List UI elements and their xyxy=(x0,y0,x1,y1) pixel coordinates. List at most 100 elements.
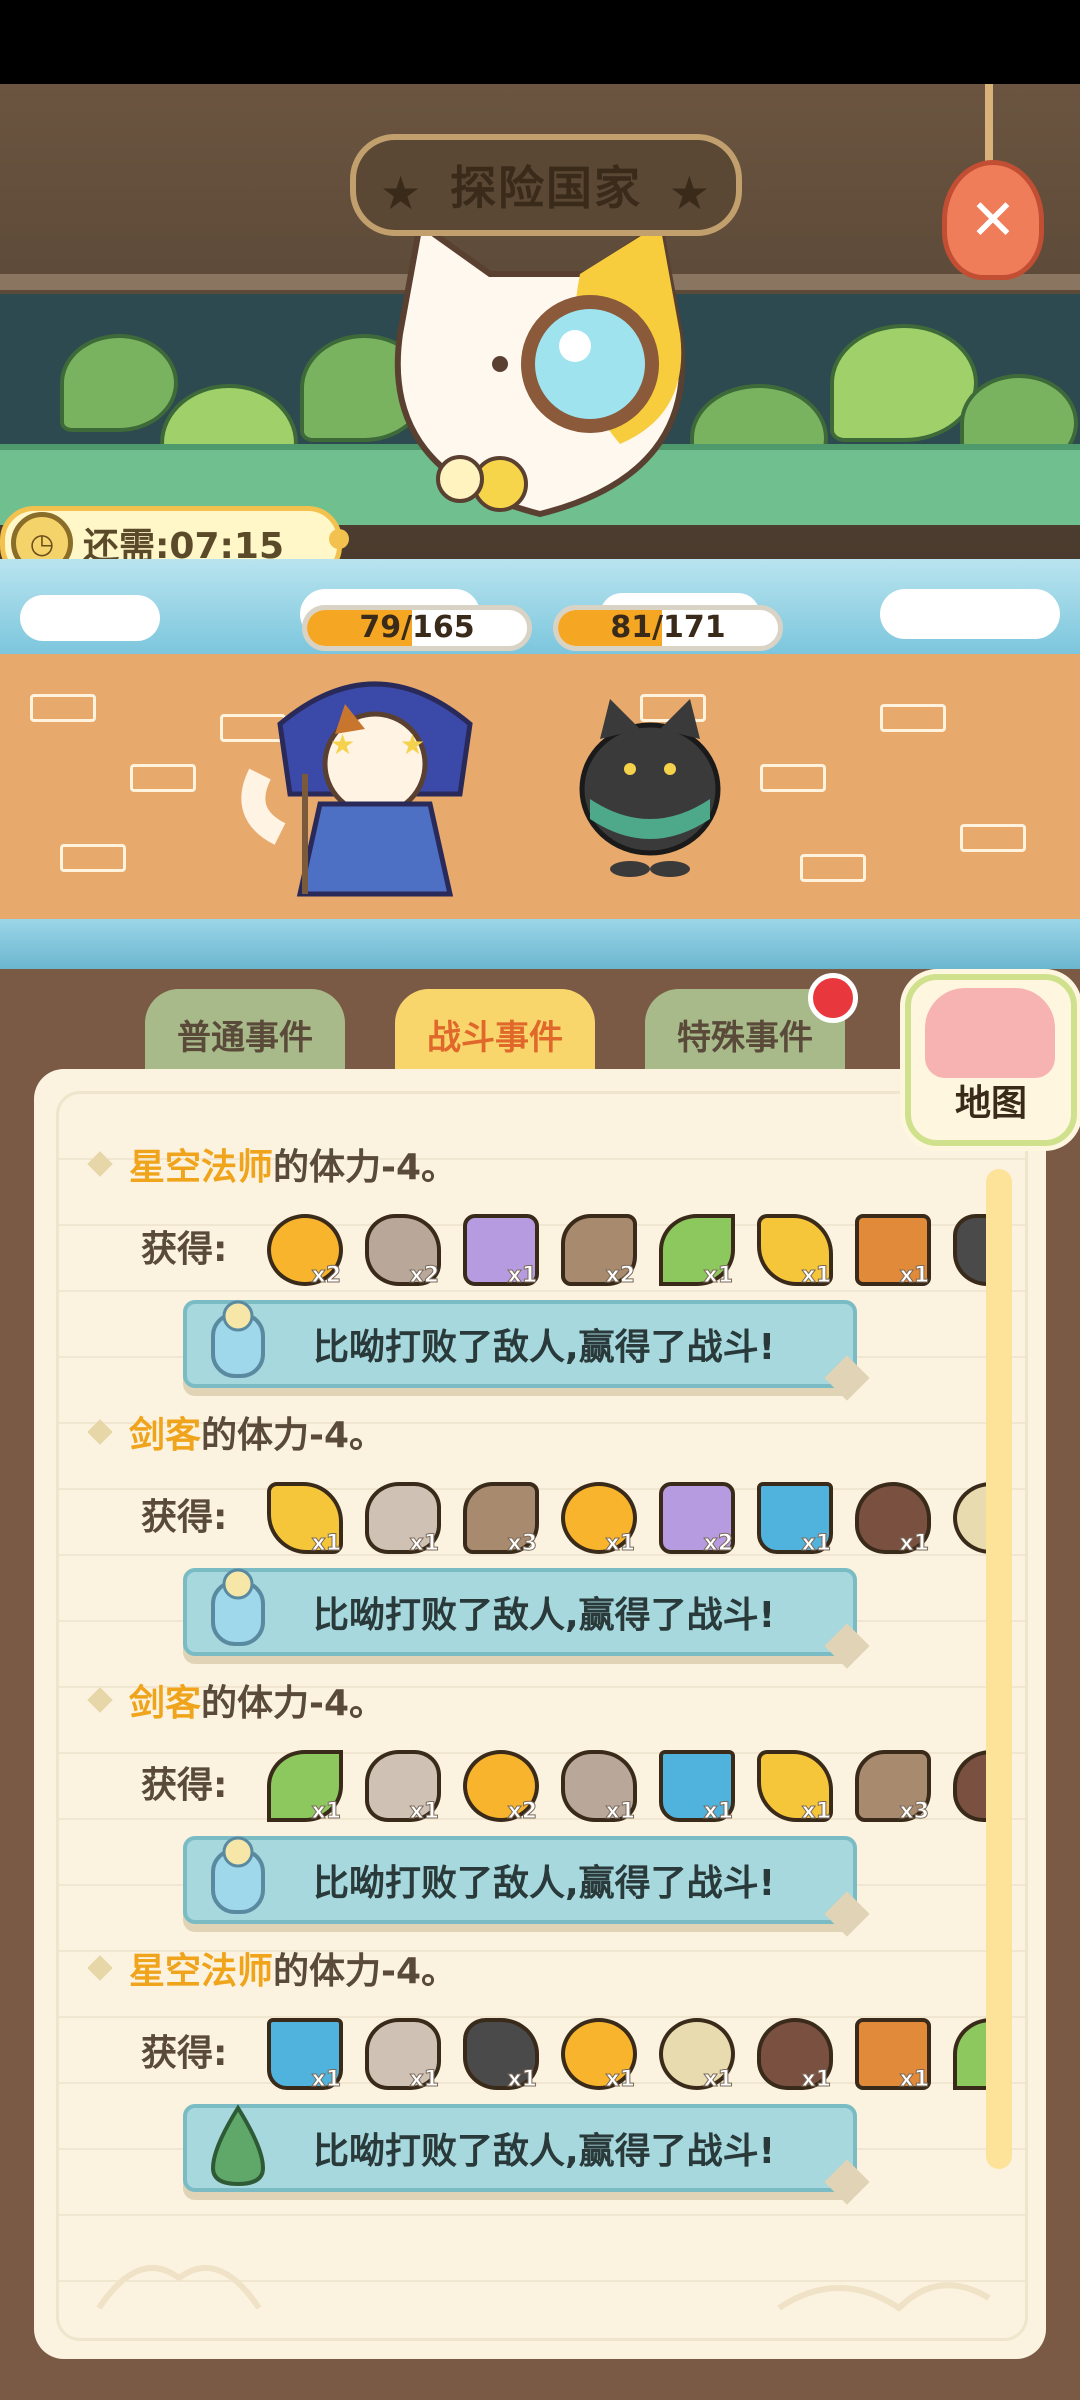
explorer-cat-illustration xyxy=(394,218,686,518)
item-quantity: x1 xyxy=(801,2067,831,2093)
item-quantity: x1 xyxy=(703,1799,733,1825)
timer-end-dot xyxy=(329,529,349,549)
map-button[interactable]: 地图 xyxy=(905,974,1077,1146)
obtain-label: 获得: xyxy=(141,1765,228,1806)
road-brick xyxy=(30,694,96,722)
reward-item[interactable]: x1 xyxy=(261,1744,343,1825)
reward-item[interactable]: x3 xyxy=(849,1744,931,1825)
cloud-decoration xyxy=(20,595,160,641)
map-button-label: 地图 xyxy=(954,1083,1027,1124)
reward-item[interactable]: x1 xyxy=(359,1744,441,1825)
character-name: 星空法师 xyxy=(129,1951,274,1992)
item-quantity: x1 xyxy=(801,1799,831,1825)
item-quantity: x3 xyxy=(899,1799,929,1825)
reward-item[interactable]: x1 xyxy=(457,2012,539,2093)
character-name: 剑客 xyxy=(129,1683,202,1724)
reward-item[interactable]: x1 xyxy=(849,2012,931,2093)
obtain-label: 获得: xyxy=(141,2033,228,2074)
reward-item[interactable]: x1 xyxy=(849,1476,931,1557)
reward-item[interactable]: x1 xyxy=(849,1208,931,1289)
item-quantity: x2 xyxy=(605,1263,635,1289)
status-bar xyxy=(0,0,1080,84)
item-quantity: x1 xyxy=(311,1531,341,1557)
expedition-scene: ★ 探险国家 ★ xyxy=(0,84,1080,559)
item-quantity: x3 xyxy=(507,1531,537,1557)
event-log-list[interactable]: 星空法师 的体力-4。 获得: x2 x2 x1 x2 x1 x1 x1 比呦打败了敌人,赢得了战斗… xyxy=(56,1091,1028,2341)
log-entry-header: 剑客 的体力-4。 xyxy=(79,1402,385,1462)
reward-item[interactable]: x3 xyxy=(457,1476,539,1557)
banner-fold xyxy=(824,2159,870,2205)
character-name: 星空法师 xyxy=(129,1147,274,1188)
reward-items: x1 x1 x2 x1 x1 x1 x3 xyxy=(261,1736,1003,1832)
reward-item[interactable]: x2 xyxy=(555,1208,637,1289)
reward-item[interactable]: x1 xyxy=(359,2012,441,2093)
green-slime-icon xyxy=(210,2104,266,2187)
item-quantity: x1 xyxy=(605,1531,635,1557)
reward-item[interactable]: x1 xyxy=(261,2012,343,2093)
item-quantity: x2 xyxy=(409,1263,439,1289)
map-icon xyxy=(925,988,1055,1078)
close-button[interactable]: ✕ xyxy=(942,160,1044,280)
obtain-label: 获得: xyxy=(141,1497,228,1538)
cat-doodle-decoration xyxy=(96,2265,991,2312)
hero-hp-bar: 79/165 xyxy=(302,605,532,651)
diamond-bullet-icon xyxy=(87,1955,113,1981)
reward-item[interactable]: x1 xyxy=(555,1476,637,1557)
reward-item[interactable]: x1 xyxy=(751,1476,833,1557)
dirt-road xyxy=(0,654,1080,924)
river-top xyxy=(0,559,1080,654)
page-title-plate: ★ 探险国家 ★ xyxy=(350,134,742,236)
tab-normal-events[interactable]: 普通事件 xyxy=(145,989,345,1079)
river-bottom xyxy=(0,919,1080,969)
reward-item[interactable]: x1 xyxy=(359,1476,441,1557)
stamina-change-text: 的体力-4。 xyxy=(273,1951,458,1992)
reward-item[interactable]: x1 xyxy=(555,2012,637,2093)
road-brick xyxy=(760,764,826,792)
reward-item[interactable]: x1 xyxy=(653,1744,735,1825)
item-quantity: x1 xyxy=(311,1799,341,1825)
diamond-bullet-icon xyxy=(87,1687,113,1713)
reward-item[interactable]: x2 xyxy=(653,1476,735,1557)
reward-item[interactable]: x2 xyxy=(457,1744,539,1825)
battle-result-banner: 比呦打败了敌人,赢得了战斗! xyxy=(183,1300,870,1401)
log-entry: 星空法师 的体力-4。 获得: x1 x1 x1 x1 x1 x1 x1 比呦打败了敌人,赢得了战斗… xyxy=(79,1938,1009,2206)
star-icon: ★ xyxy=(668,166,712,220)
item-quantity: x2 xyxy=(703,1531,733,1557)
reward-item[interactable]: x1 xyxy=(457,1208,539,1289)
road-brick xyxy=(60,844,126,872)
item-quantity: x1 xyxy=(507,1263,537,1289)
item-quantity: x2 xyxy=(311,1263,341,1289)
item-quantity: x1 xyxy=(801,1263,831,1289)
obtain-label: 获得: xyxy=(141,1229,228,1270)
reward-item[interactable]: x1 xyxy=(751,1744,833,1825)
banner-fold xyxy=(824,1623,870,1669)
reward-item[interactable]: x1 xyxy=(653,2012,735,2093)
item-quantity: x1 xyxy=(311,2067,341,2093)
reward-item[interactable]: x1 xyxy=(261,1476,343,1557)
cloud-jar-icon xyxy=(211,1568,265,1646)
log-entry: 星空法师 的体力-4。获得: x2 x2 x1 x2 x1 x1 x1 比呦打败了敌人,赢得了战斗… xyxy=(79,1134,1009,1402)
cloud-jar-icon xyxy=(211,1300,265,1378)
reward-items: x1 x1 x1 x1 x1 x1 x1 xyxy=(261,2004,1003,2100)
road-brick xyxy=(800,854,866,882)
item-quantity: x1 xyxy=(409,1531,439,1557)
tab-battle-events[interactable]: 战斗事件 xyxy=(395,989,595,1079)
enemy-hp-text: 81/171 xyxy=(610,610,726,645)
reward-item[interactable]: x2 xyxy=(261,1208,343,1289)
reward-item[interactable]: x2 xyxy=(359,1208,441,1289)
reward-item[interactable]: x1 xyxy=(751,1208,833,1289)
item-quantity: x1 xyxy=(899,2067,929,2093)
clover-decoration xyxy=(830,324,978,442)
hero-hp-text: 79/165 xyxy=(359,610,475,645)
log-entry-header: 星空法师 的体力-4。 xyxy=(79,1134,457,1194)
enemy-hp-bar: 81/171 xyxy=(553,605,783,651)
battle-result-banner: 比呦打败了敌人,赢得了战斗! xyxy=(183,1836,870,1937)
item-quantity: x1 xyxy=(605,2067,635,2093)
character-name: 剑客 xyxy=(129,1415,202,1456)
scrollbar[interactable] xyxy=(986,1169,1012,2169)
svg-text:★: ★ xyxy=(400,728,425,761)
reward-item[interactable]: x1 xyxy=(555,1744,637,1825)
reward-item[interactable]: x1 xyxy=(751,2012,833,2093)
reward-item[interactable]: x1 xyxy=(653,1208,735,1289)
battle-result-text: 比呦打败了敌人,赢得了战斗! xyxy=(313,1327,776,1368)
